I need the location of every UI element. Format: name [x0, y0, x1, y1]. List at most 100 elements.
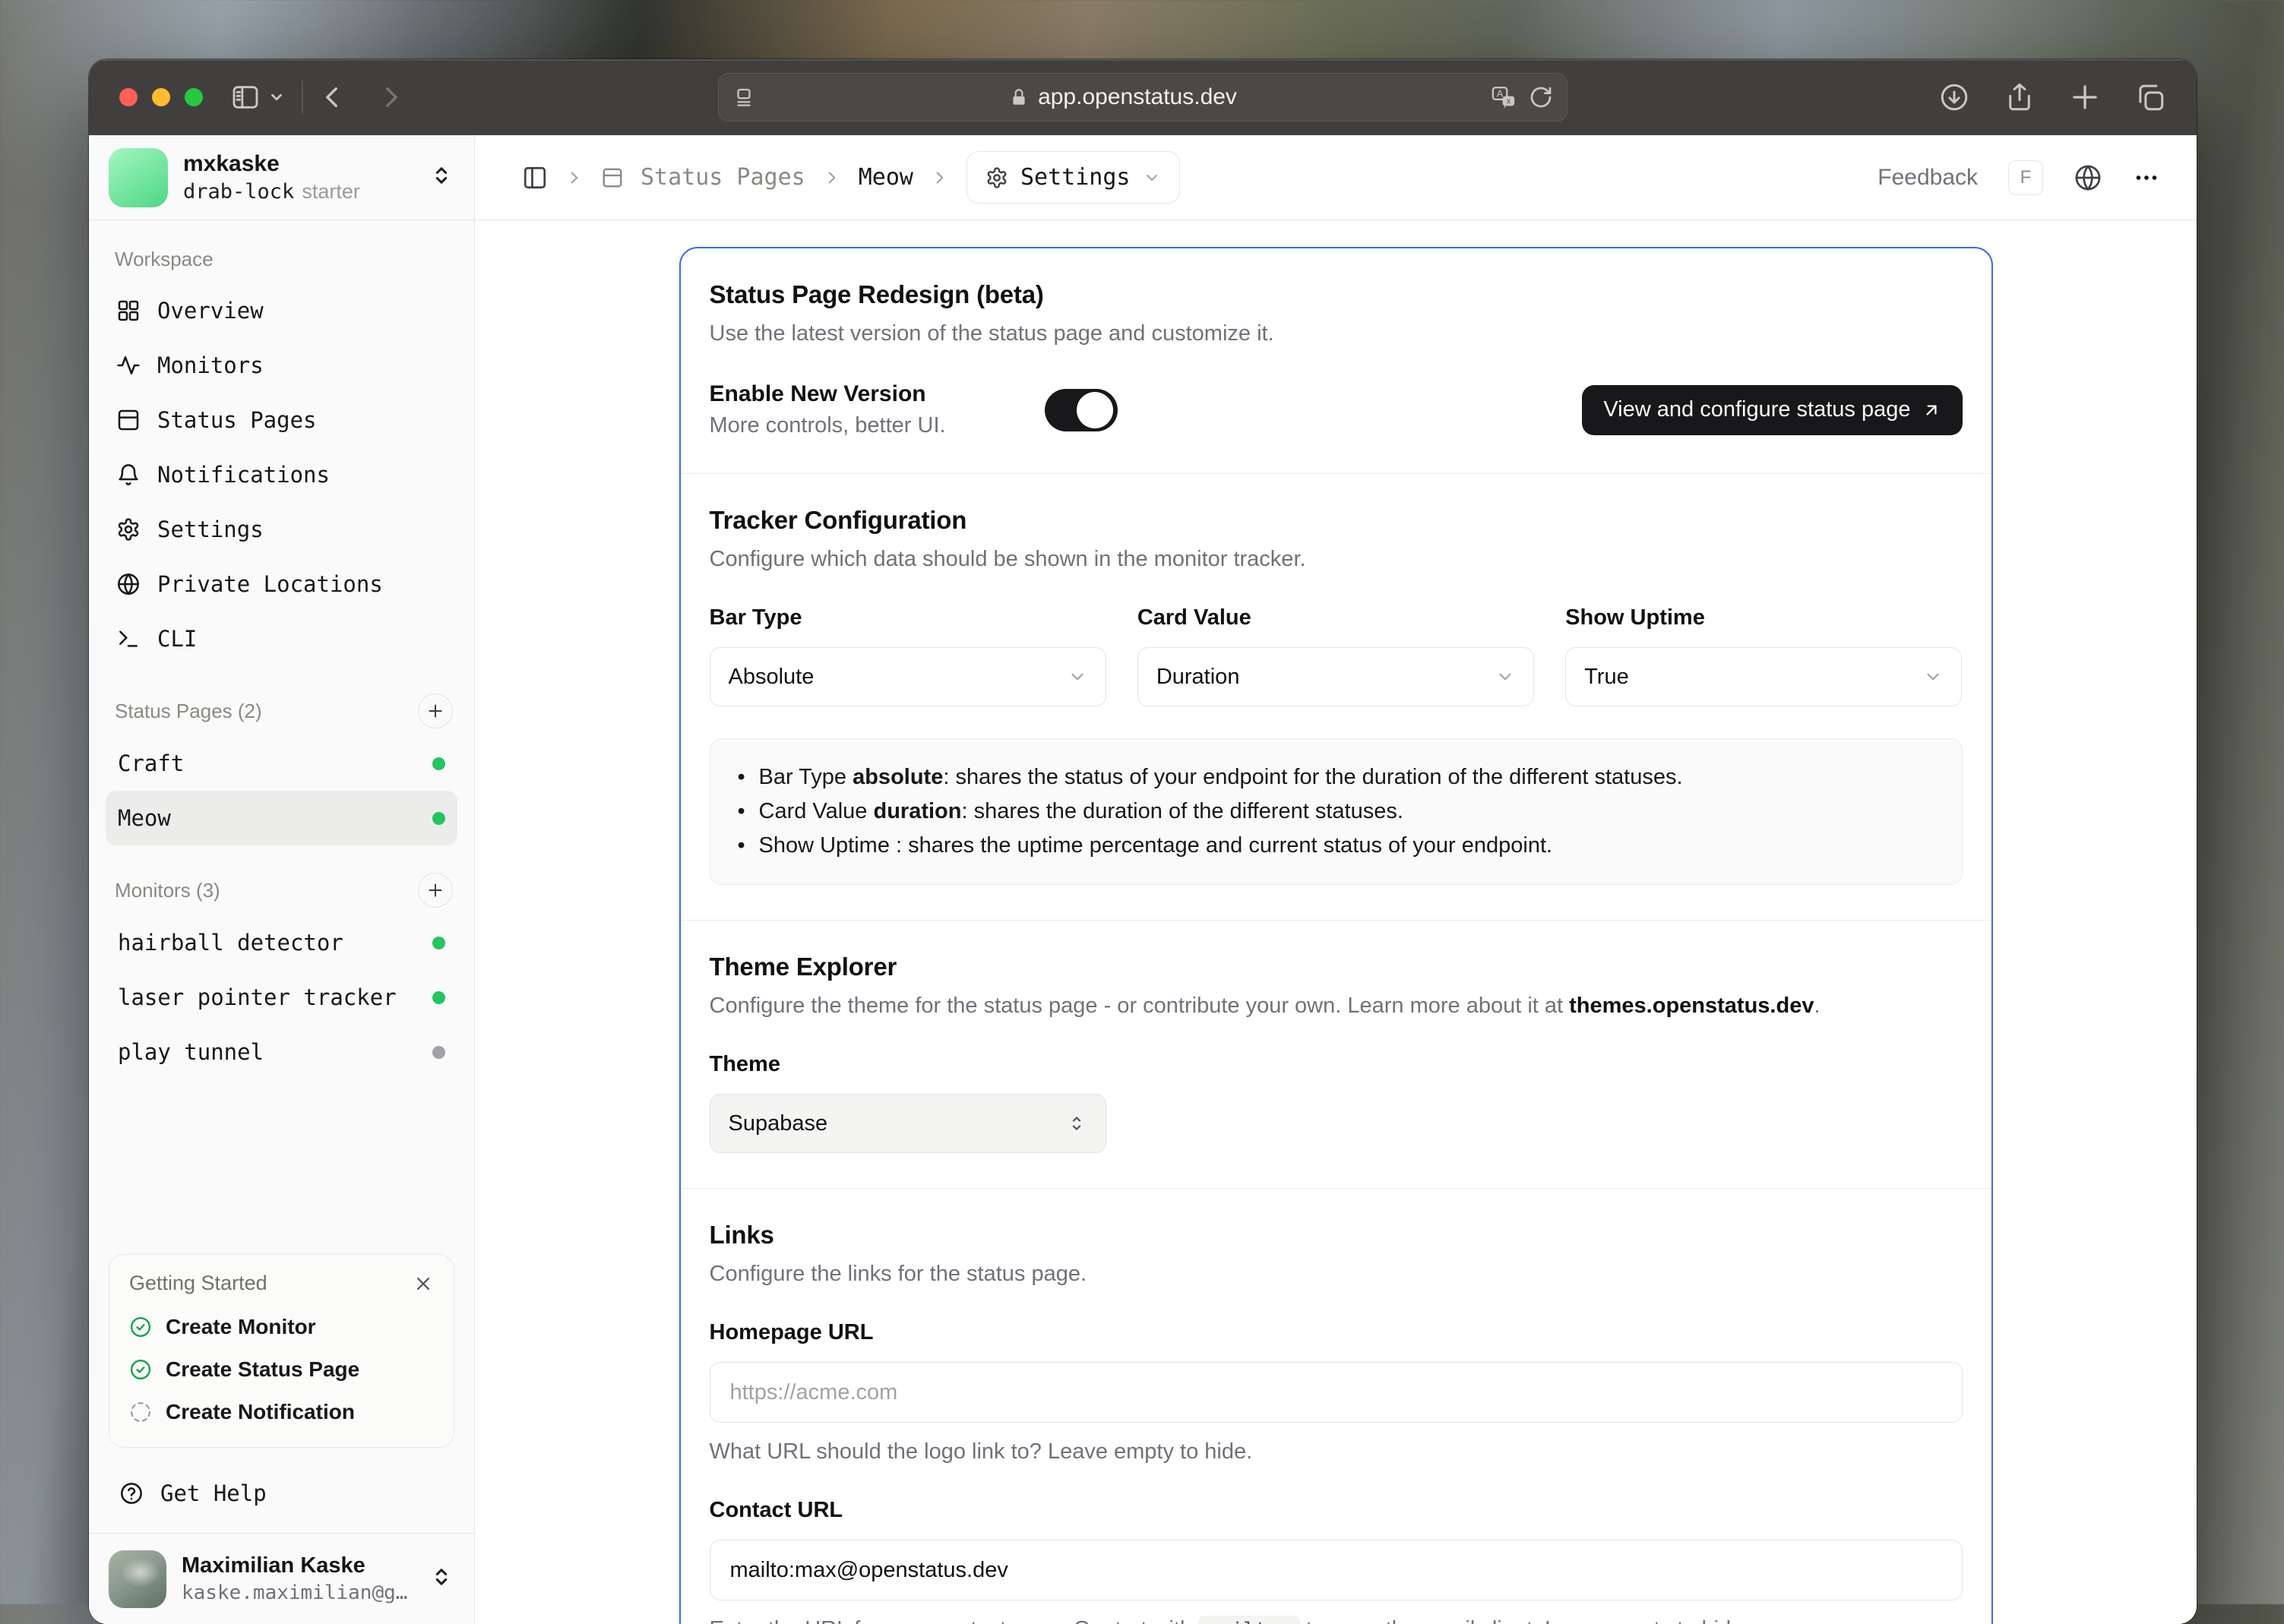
globe-icon[interactable]: [2074, 163, 2102, 192]
close-icon[interactable]: [413, 1273, 434, 1294]
breadcrumb-status-pages[interactable]: Status Pages: [641, 164, 805, 191]
breadcrumb-meow[interactable]: Meow: [859, 164, 913, 191]
toolbar-divider: [302, 81, 303, 114]
help-bullet: Show Uptime : shares the uptime percenta…: [736, 829, 1936, 863]
get-help-button[interactable]: Get Help: [109, 1466, 454, 1521]
monitor-item-laser-pointer-tracker[interactable]: laser pointer tracker: [106, 970, 457, 1025]
monitors-section-label: Monitors (3): [115, 878, 220, 902]
select-value: Absolute: [728, 664, 815, 689]
select-value: Supabase: [728, 1111, 828, 1136]
themes-link[interactable]: themes.openstatus.dev: [1569, 994, 1814, 1018]
downloads-icon[interactable]: [1938, 81, 1970, 113]
sidebar-item-monitors[interactable]: Monitors: [106, 338, 457, 393]
select-value: Duration: [1156, 664, 1240, 689]
safari-sidebar-icon[interactable]: [230, 82, 261, 112]
add-monitor-button[interactable]: [418, 873, 453, 908]
homepage-url-input[interactable]: [709, 1362, 1963, 1423]
gear-icon: [116, 517, 141, 542]
view-configure-button[interactable]: View and configure status page: [1582, 384, 1963, 435]
share-icon[interactable]: [2004, 81, 2036, 113]
get-help-label: Get Help: [160, 1480, 267, 1506]
section-description: Configure which data should be shown in …: [709, 547, 1306, 571]
layout-grid-icon: [116, 299, 141, 323]
new-tab-icon[interactable]: [2069, 81, 2101, 113]
zoom-window-button[interactable]: [185, 88, 203, 106]
sidebar-item-label: Monitors: [157, 352, 264, 378]
sidebar-item-private-locations[interactable]: Private Locations: [106, 557, 457, 611]
address-bar[interactable]: app.openstatus.dev Ax: [718, 73, 1567, 122]
sidebar-chevron-icon[interactable]: [268, 89, 285, 106]
check-circle-icon: [129, 1358, 152, 1381]
field-label: Bar Type: [709, 605, 802, 630]
sidebar-item-label: Notifications: [157, 462, 330, 488]
page-settings-icon[interactable]: [732, 86, 755, 109]
back-button[interactable]: [320, 84, 346, 110]
user-email: kaske.maximilian@gmail…: [182, 1581, 410, 1604]
ellipsis-icon[interactable]: [2133, 164, 2160, 191]
browser-toolbar: app.openstatus.dev Ax: [89, 59, 2197, 135]
panel-left-icon[interactable]: [522, 165, 548, 191]
section-title: Theme Explorer: [709, 953, 897, 981]
sidebar-item-overview[interactable]: Overview: [106, 283, 457, 338]
field-help: What URL should the logo link to? Leave …: [709, 1439, 1253, 1464]
sidebar-item-notifications[interactable]: Notifications: [106, 447, 457, 502]
workspace-section-label: Workspace: [115, 248, 214, 270]
sidebar-item-cli[interactable]: CLI: [106, 611, 457, 666]
monitor-item-play-tunnel[interactable]: play tunnel: [106, 1025, 457, 1079]
terminal-icon: [116, 627, 141, 651]
bell-icon: [116, 463, 141, 487]
add-status-page-button[interactable]: [418, 694, 453, 728]
sidebar-item-label: Overview: [157, 298, 264, 324]
help-circle-icon: [119, 1481, 144, 1506]
sidebar-item-label: CLI: [157, 626, 198, 652]
toggle-sublabel: More controls, better UI.: [709, 413, 946, 438]
field-label: Theme: [709, 1052, 780, 1076]
close-window-button[interactable]: [119, 88, 138, 106]
card-value-select[interactable]: Duration: [1137, 647, 1535, 706]
minimize-window-button[interactable]: [152, 88, 170, 106]
arrow-up-right-icon: [1922, 400, 1941, 420]
getting-started-item-create-monitor[interactable]: Create Monitor: [129, 1306, 434, 1348]
sidebar-item-label: Settings: [157, 517, 264, 542]
check-circle-icon: [129, 1316, 152, 1338]
tab-overview-icon[interactable]: [2134, 81, 2166, 113]
toggle-label: Enable New Version: [709, 381, 926, 406]
reload-icon[interactable]: [1529, 85, 1553, 109]
show-uptime-select[interactable]: True: [1565, 647, 1963, 706]
workspace-slug: drab-lock: [183, 180, 295, 204]
sidebar-item-settings[interactable]: Settings: [106, 502, 457, 557]
chevron-down-icon: [1143, 169, 1161, 187]
getting-started-card: Getting Started Create Monitor Create St…: [109, 1254, 454, 1448]
theme-select[interactable]: Supabase: [709, 1094, 1106, 1153]
feedback-button[interactable]: Feedback: [1877, 165, 1978, 191]
user-menu[interactable]: Maximilian Kaske kaske.maximilian@gmail…: [89, 1533, 474, 1624]
getting-started-item-create-notification[interactable]: Create Notification: [129, 1391, 434, 1433]
getting-started-item-create-status-page[interactable]: Create Status Page: [129, 1348, 434, 1391]
enable-new-version-toggle[interactable]: [1044, 388, 1118, 431]
translate-icon[interactable]: Ax: [1491, 84, 1517, 110]
status-pages-section-label: Status Pages (2): [115, 699, 262, 722]
chevrons-up-down-icon: [429, 1564, 454, 1594]
chevron-right-icon: [930, 168, 950, 188]
status-dot: [432, 991, 445, 1004]
sidebar-item-status-pages[interactable]: Status Pages: [106, 393, 457, 447]
forward-button[interactable]: [378, 84, 403, 110]
status-dot: [432, 936, 445, 949]
breadcrumb-settings-dropdown[interactable]: Settings: [966, 151, 1180, 204]
status-page-item-meow[interactable]: Meow: [106, 791, 457, 845]
bar-type-select[interactable]: Absolute: [709, 647, 1106, 706]
getting-started-label: Create Monitor: [166, 1315, 316, 1338]
workspace-switcher[interactable]: mxkaske drab-lock starter: [89, 135, 474, 220]
field-label: Homepage URL: [709, 1320, 874, 1344]
list-item-label: Meow: [118, 805, 171, 831]
sidebar-item-label: Private Locations: [157, 571, 383, 597]
panel-top-icon: [601, 166, 624, 189]
theme-explorer-section: Theme Explorer Configure the theme for t…: [681, 921, 1991, 1188]
contact-url-input[interactable]: [709, 1540, 1963, 1600]
status-page-item-craft[interactable]: Craft: [106, 736, 457, 791]
section-description: Use the latest version of the status pag…: [709, 321, 1274, 346]
list-item-label: Craft: [118, 750, 185, 776]
view-configure-label: View and configure status page: [1603, 397, 1911, 422]
breadcrumb: Status Pages Meow Settings: [522, 151, 1180, 204]
monitor-item-hairball-detector[interactable]: hairball detector: [106, 915, 457, 970]
